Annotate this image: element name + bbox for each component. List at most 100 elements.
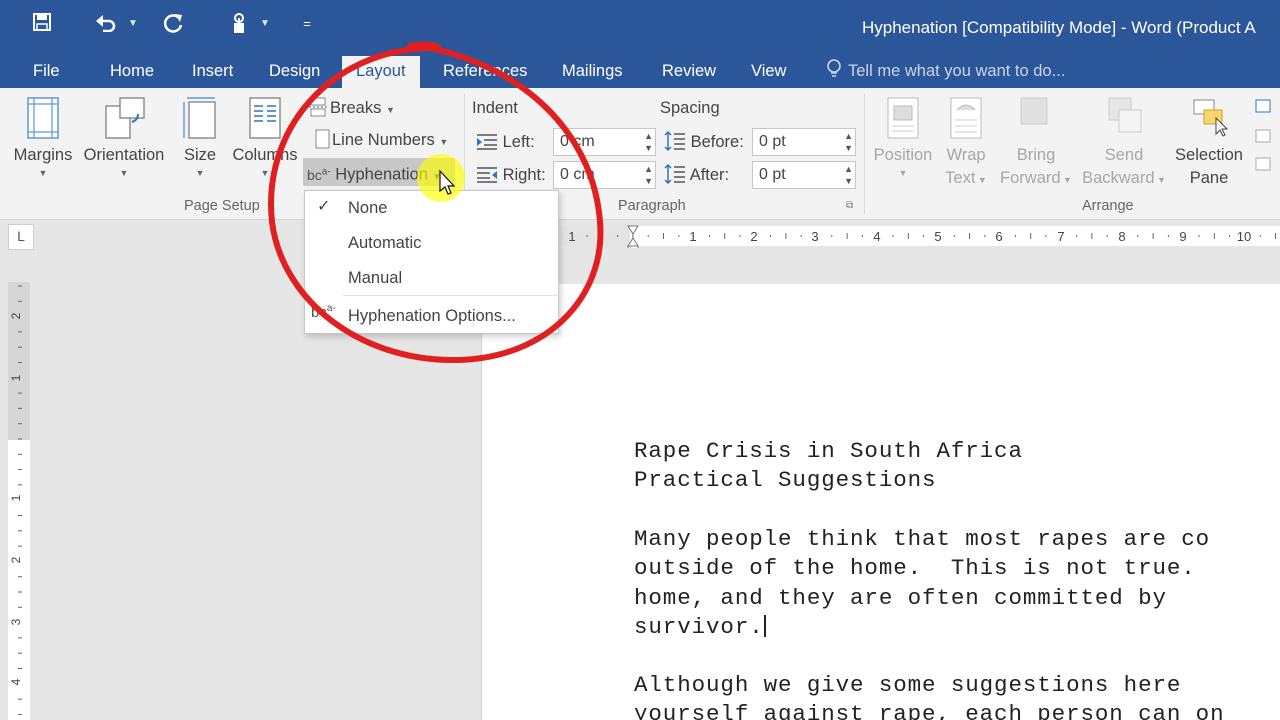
spacing-before-label: Before: [664, 128, 744, 156]
margins-button[interactable]: Margins ▼ [10, 96, 76, 179]
position-button[interactable]: Position ▼ [868, 96, 938, 179]
indent-left-icon [477, 134, 497, 150]
columns-button[interactable]: Columns ▼ [230, 96, 300, 179]
line-numbers-icon [315, 129, 330, 149]
menu-item-options-label: Hyphenation Options... [348, 307, 516, 325]
paragraph-group-label: Paragraph [618, 198, 686, 214]
document-page[interactable] [481, 284, 1280, 720]
lightbulb-icon [827, 59, 841, 77]
ruler-label: 1 [9, 374, 23, 381]
spacing-after-field[interactable]: 0 pt ▲ ▼ [752, 161, 856, 189]
spacing-before-field[interactable]: 0 pt ▲ ▼ [752, 128, 856, 156]
horizontal-ruler[interactable]: 1 1 2 3 4 5 6 7 8 9 10 [480, 224, 1280, 248]
size-button[interactable]: Size ▼ [178, 96, 222, 179]
customize-qat-icon[interactable]: = [300, 12, 314, 36]
bring-forward-label-1: Bring [1016, 146, 1056, 164]
ruler-label: 2 [750, 229, 757, 244]
tell-me-box[interactable]: Tell me what you want to do... [826, 58, 1065, 88]
line-numbers-button[interactable]: Line Numbers ▼ [312, 126, 448, 154]
doc-body-line[interactable]: Many people think that most rapes are co [634, 526, 1210, 552]
tab-design[interactable]: Design [269, 58, 320, 88]
align-buttons[interactable] [1252, 96, 1280, 176]
chevron-down-icon: ▼ [439, 137, 449, 147]
ruler-label: 9 [1179, 229, 1186, 244]
tab-selector[interactable]: L [8, 224, 34, 250]
menu-item-hyphenation-options[interactable]: Hyphenation Options... [348, 307, 516, 326]
touch-dropdown-icon[interactable]: ▼ [260, 14, 270, 34]
selection-pane-button[interactable]: Selection Pane [1172, 96, 1246, 190]
touch-mode-icon[interactable] [228, 12, 252, 36]
tab-insert[interactable]: Insert [192, 58, 233, 88]
tab-review[interactable]: Review [662, 58, 716, 88]
spinner-icon[interactable]: ▲ ▼ [644, 130, 653, 154]
indent-left-field[interactable]: 0 cm ▲ ▼ [553, 128, 656, 156]
tab-mailings[interactable]: Mailings [562, 58, 623, 88]
send-backward-button[interactable]: Send Backward ▼ [1078, 96, 1170, 192]
chevron-down-icon: ▼ [119, 168, 129, 178]
tab-references[interactable]: References [443, 58, 527, 88]
ruler-label: 10 [1237, 229, 1251, 244]
vertical-ruler[interactable]: 2 1 1 2 3 4 [8, 282, 30, 720]
position-icon [887, 97, 919, 139]
arrange-group-label: Arrange [1082, 198, 1134, 214]
wrap-text-icon [950, 97, 982, 139]
indent-left-value: 0 cm [560, 133, 595, 150]
doc-body-line[interactable]: outside of the home. This is not true. [634, 555, 1210, 581]
doc-body-line[interactable]: yourself against rape, each person can o… [634, 701, 1225, 720]
ruler-label: 1 [9, 494, 23, 501]
undo-dropdown-icon[interactable]: ▼ [128, 14, 138, 34]
spinner-icon[interactable]: ▲ ▼ [844, 130, 853, 154]
tab-home[interactable]: Home [110, 58, 154, 88]
dialog-launcher-icon[interactable]: ⧉ [846, 200, 853, 211]
undo-icon[interactable] [94, 12, 118, 36]
menu-item-manual[interactable]: Manual [348, 269, 402, 288]
breaks-button[interactable]: Breaks ▼ [308, 94, 395, 122]
after-label-text: After: [689, 166, 730, 184]
columns-label: Columns [232, 146, 298, 164]
doc-subtitle-line[interactable]: Practical Suggestions [634, 467, 936, 493]
spinner-icon[interactable]: ▲ ▼ [844, 163, 853, 187]
bring-forward-button[interactable]: Bring Forward ▼ [996, 96, 1076, 192]
hyphenation-icon: bca- [307, 166, 331, 183]
send-backward-icon [1108, 97, 1142, 133]
hyphenation-button[interactable]: bca- Hyphenation ▼ [303, 158, 455, 186]
orientation-button[interactable]: Orientation ▼ [78, 96, 170, 179]
doc-body-line[interactable]: home, and they are often committed by [634, 585, 1181, 611]
doc-body-line[interactable]: Although we give some suggestions here [634, 672, 1181, 698]
indent-right-field[interactable]: 0 cm ▲ ▼ [553, 161, 656, 189]
group-divider [864, 94, 865, 214]
spacing-after-label: After: [664, 161, 729, 189]
indent-right-value: 0 cm [560, 166, 595, 183]
selection-pane-icon [1193, 99, 1228, 137]
indent-right-icon [477, 167, 497, 183]
selection-pane-label-2: Pane [1189, 169, 1229, 187]
wrap-text-button[interactable]: Wrap Text ▼ [938, 96, 994, 192]
ribbon: Margins ▼ Orientation ▼ Size ▼ Columns ▼… [0, 88, 1280, 220]
ruler-label: 5 [934, 229, 941, 244]
spinner-icon[interactable]: ▲ ▼ [644, 163, 653, 187]
tab-view[interactable]: View [751, 58, 786, 88]
margins-label: Margins [13, 146, 73, 164]
right-label-text: Right: [502, 166, 546, 184]
ruler-label: 7 [1057, 229, 1064, 244]
hyphenation-label: Hyphenation [335, 165, 428, 184]
send-backward-label-2: Backward [1082, 169, 1155, 187]
page-setup-group-label: Page Setup [184, 198, 260, 214]
ruler-label: 1 [568, 229, 575, 244]
doc-title-line[interactable]: Rape Crisis in South Africa [634, 438, 1023, 464]
menu-item-automatic[interactable]: Automatic [348, 234, 421, 253]
menu-item-automatic-label: Automatic [348, 234, 422, 252]
menu-item-none[interactable]: None [348, 199, 387, 218]
menu-item-manual-label: Manual [348, 269, 403, 287]
doc-body-line[interactable]: survivor. [634, 614, 766, 640]
save-icon[interactable] [30, 12, 54, 36]
bring-forward-icon [1020, 97, 1048, 125]
indent-heading: Indent [472, 99, 518, 117]
orientation-icon [105, 97, 145, 139]
margins-icon [27, 97, 59, 139]
redo-icon[interactable] [162, 12, 186, 36]
tab-file[interactable]: File [33, 58, 60, 88]
tab-layout[interactable]: Layout [342, 56, 420, 88]
ruler-label: 2 [9, 556, 23, 563]
spacing-after-icon [664, 163, 685, 185]
